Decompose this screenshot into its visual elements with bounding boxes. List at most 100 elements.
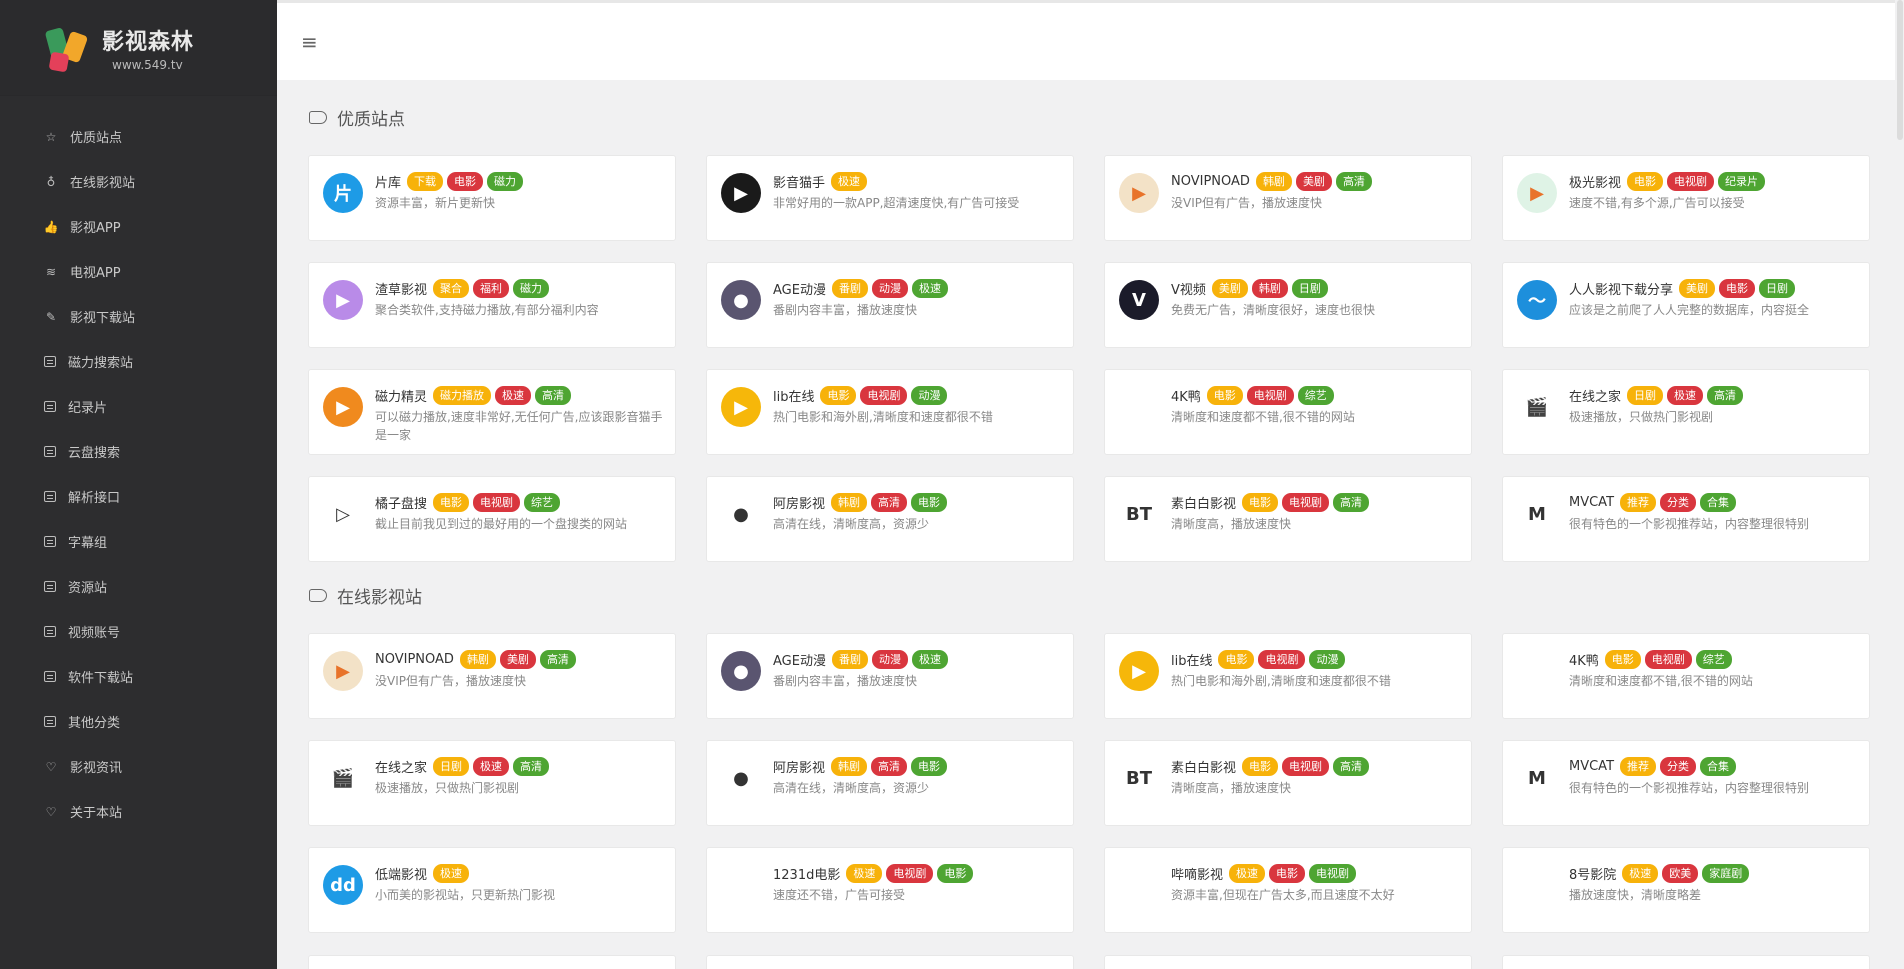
- sidebar-item[interactable]: 磁力搜索站: [0, 339, 277, 384]
- sidebar-item[interactable]: ☆ 优质站点: [0, 114, 277, 159]
- site-card[interactable]: ▶ 渣草影视 聚合 福利 磁力 聚合类软件,支持磁力播放,有部分福利内容: [308, 262, 676, 348]
- site-logo-icon: ▶: [323, 387, 363, 427]
- site-logo-icon: V: [1119, 280, 1159, 320]
- sidebar-item-label: 其他分类: [68, 716, 121, 731]
- sidebar-item[interactable]: 纪录片: [0, 384, 277, 429]
- site-logo-icon: ●: [721, 494, 761, 534]
- site-card[interactable]: ▶ NOVIPNOAD 韩剧 美剧 高清 没VIP但有广告，播放速度快: [308, 633, 676, 719]
- site-card[interactable]: ▶ 影音猫手 极速 非常好用的一款APP,超清速度快,有广告可接受: [706, 155, 1074, 241]
- site-card[interactable]: BT 素白白影视 电影 电视剧 高清 清晰度高，播放速度快: [1104, 740, 1472, 826]
- site-card-partial[interactable]: [1104, 955, 1472, 969]
- site-card[interactable]: M MVCAT 推荐 分类 合集 很有特色的一个影视推荐站，内容整理很特别: [1502, 476, 1870, 562]
- list-icon: [44, 626, 56, 637]
- site-description: 资源丰富，新片更新快: [375, 196, 496, 210]
- site-card[interactable]: M MVCAT 推荐 分类 合集 很有特色的一个影视推荐站，内容整理很特别: [1502, 740, 1870, 826]
- sidebar-item[interactable]: 云盘搜索: [0, 429, 277, 474]
- site-logo-icon: ▶: [323, 280, 363, 320]
- site-card[interactable]: ● 阿房影视 韩剧 高清 电影 高清在线，清晰度高，资源少: [706, 740, 1074, 826]
- tag-badge: 电影: [447, 171, 484, 191]
- site-name: 阿房影视: [773, 496, 826, 512]
- site-card[interactable]: dd 低端影视 极速 小而美的影视站，只更新热门影视: [308, 847, 676, 933]
- tag-badge: 电视剧: [1282, 492, 1330, 512]
- tag-icon: [309, 110, 327, 124]
- site-description: 资源丰富,但现在广告太多,而且速度不太好: [1171, 888, 1395, 902]
- site-card-partial[interactable]: [1502, 955, 1870, 969]
- sidebar-item[interactable]: 其他分类: [0, 699, 277, 744]
- site-card[interactable]: 🎬 在线之家 日剧 极速 高清 极速播放，只做热门影视剧: [308, 740, 676, 826]
- tag-badge: 极速: [1622, 863, 1659, 883]
- site-description: 速度还不错，广告可接受: [773, 888, 906, 902]
- site-card[interactable]: V V视频 美剧 韩剧 日剧 免费无广告，清晰度很好，速度也很快: [1104, 262, 1472, 348]
- heart-icon: ♡: [45, 804, 57, 819]
- site-card[interactable]: ▷ 橘子盘搜 电影 电视剧 综艺 截止目前我见到过的最好用的一个盘搜类的网站: [308, 476, 676, 562]
- site-card[interactable]: 4K鸭 电影 电视剧 综艺 清晰度和速度都不错,很不错的网站: [1502, 633, 1870, 719]
- tag-badge: 电视剧: [1667, 171, 1715, 191]
- site-card[interactable]: ▶ 极光影视 电影 电视剧 纪录片 速度不错,有多个源,广告可以接受: [1502, 155, 1870, 241]
- site-card[interactable]: 8号影院 极速 欧美 家庭剧 播放速度快，清晰度略差: [1502, 847, 1870, 933]
- site-description: 番剧内容丰富，播放速度快: [773, 674, 918, 688]
- tag-badge: 推荐: [1620, 756, 1657, 776]
- site-description: 小而美的影视站，只更新热门影视: [375, 888, 556, 902]
- sidebar-item[interactable]: 👍 影视APP: [0, 204, 277, 249]
- site-card[interactable]: BT 素白白影视 电影 电视剧 高清 清晰度高，播放速度快: [1104, 476, 1472, 562]
- tag-badge: 欧美: [1662, 863, 1699, 883]
- sidebar-item[interactable]: 资源站: [0, 564, 277, 609]
- site-name: 人人影视下载分享: [1569, 282, 1674, 298]
- site-card[interactable]: 4K鸭 电影 电视剧 综艺 清晰度和速度都不错,很不错的网站: [1104, 369, 1472, 455]
- site-card[interactable]: 1231d电影 极速 电视剧 电影 速度还不错，广告可接受: [706, 847, 1074, 933]
- site-name: 橘子盘搜: [375, 496, 428, 512]
- tag-badge: 电视剧: [1246, 385, 1294, 405]
- wifi-icon: ≋: [45, 264, 57, 279]
- sidebar-item[interactable]: ♁ 在线影视站: [0, 159, 277, 204]
- tag-badge: 日剧: [1291, 278, 1328, 298]
- site-card[interactable]: 哔嘀影视 极速 电影 电视剧 资源丰富,但现在广告太多,而且速度不太好: [1104, 847, 1472, 933]
- sidebar-nav: ☆ 优质站点 ♁ 在线影视站 👍 影视APP ≋ 电视APP ✎ 影视下载站 磁力搜索站 纪录片 云盘搜…: [0, 114, 277, 834]
- scrollbar[interactable]: [1895, 0, 1904, 969]
- site-card[interactable]: 🎬 在线之家 日剧 极速 高清 极速播放，只做热门影视剧: [1502, 369, 1870, 455]
- sidebar-item[interactable]: ♡ 影视资讯: [0, 744, 277, 789]
- site-card[interactable]: ▶ NOVIPNOAD 韩剧 美剧 高清 没VIP但有广告，播放速度快: [1104, 155, 1472, 241]
- site-card[interactable]: ● AGE动漫 番剧 动漫 极速 番剧内容丰富，播放速度快: [706, 633, 1074, 719]
- tag-badge: 电影: [911, 756, 948, 776]
- sidebar-item[interactable]: ≋ 电视APP: [0, 249, 277, 294]
- list-icon: [44, 716, 56, 727]
- tag-badge: 福利: [473, 278, 510, 298]
- site-logo-icon: M: [1517, 494, 1557, 534]
- site-name: NOVIPNOAD: [1171, 173, 1250, 189]
- site-card-partial[interactable]: [706, 955, 1074, 969]
- site-logo-icon: [1517, 651, 1557, 691]
- tag-badge: 电视剧: [1309, 863, 1357, 883]
- site-description: 免费无广告，清晰度很好，速度也很快: [1171, 303, 1376, 317]
- site-logo-icon: M: [1517, 758, 1557, 798]
- tag-badge: 极速: [911, 278, 948, 298]
- site-card[interactable]: ▶ 磁力精灵 磁力播放 极速 高清 可以磁力播放,速度非常好,无任何广告,应该跟影音猫手是…: [308, 369, 676, 455]
- sidebar-item[interactable]: 解析接口: [0, 474, 277, 519]
- site-name: 影音猫手: [773, 175, 826, 191]
- tag-badge: 韩剧: [459, 649, 496, 669]
- site-card[interactable]: 〜人人影视下载分享 美剧 电影 日剧 应该是之前爬了人人完整的数据库，内容挺全: [1502, 262, 1870, 348]
- tag-badge: 电影: [1242, 492, 1279, 512]
- menu-toggle-icon[interactable]: ≡: [301, 32, 318, 52]
- tag-badge: 高清: [1333, 492, 1370, 512]
- site-card-partial[interactable]: [308, 955, 676, 969]
- site-card[interactable]: ▶ lib在线 电影 电视剧 动漫 热门电影和海外剧,清晰度和速度都很不错: [1104, 633, 1472, 719]
- site-card[interactable]: 片片库 下载 电影 磁力 资源丰富，新片更新快: [308, 155, 676, 241]
- sidebar-item-label: 在线影视站: [70, 176, 136, 191]
- sidebar-item[interactable]: 视频账号: [0, 609, 277, 654]
- site-card[interactable]: ▶ lib在线 电影 电视剧 动漫 热门电影和海外剧,清晰度和速度都很不错: [706, 369, 1074, 455]
- site-logo-icon: BT: [1119, 758, 1159, 798]
- site-logo-icon: [1119, 865, 1159, 905]
- sidebar-item[interactable]: ♡ 关于本站: [0, 789, 277, 834]
- sidebar-item[interactable]: ✎ 影视下载站: [0, 294, 277, 339]
- site-card[interactable]: ● AGE动漫 番剧 动漫 极速 番剧内容丰富，播放速度快: [706, 262, 1074, 348]
- site-logo[interactable]: 影视森林 www.549.tv: [0, 0, 277, 96]
- site-card[interactable]: ● 阿房影视 韩剧 高清 电影 高清在线，清晰度高，资源少: [706, 476, 1074, 562]
- sidebar-item[interactable]: 软件下载站: [0, 654, 277, 699]
- tag-badge: 动漫: [911, 385, 948, 405]
- tag-badge: 电影: [1719, 278, 1756, 298]
- site-name: 阿房影视: [773, 760, 826, 776]
- sidebar-item[interactable]: 字幕组: [0, 519, 277, 564]
- site-description: 清晰度和速度都不错,很不错的网站: [1171, 410, 1355, 424]
- site-logo-icon: ▶: [721, 387, 761, 427]
- tag-badge: 高清: [1707, 385, 1744, 405]
